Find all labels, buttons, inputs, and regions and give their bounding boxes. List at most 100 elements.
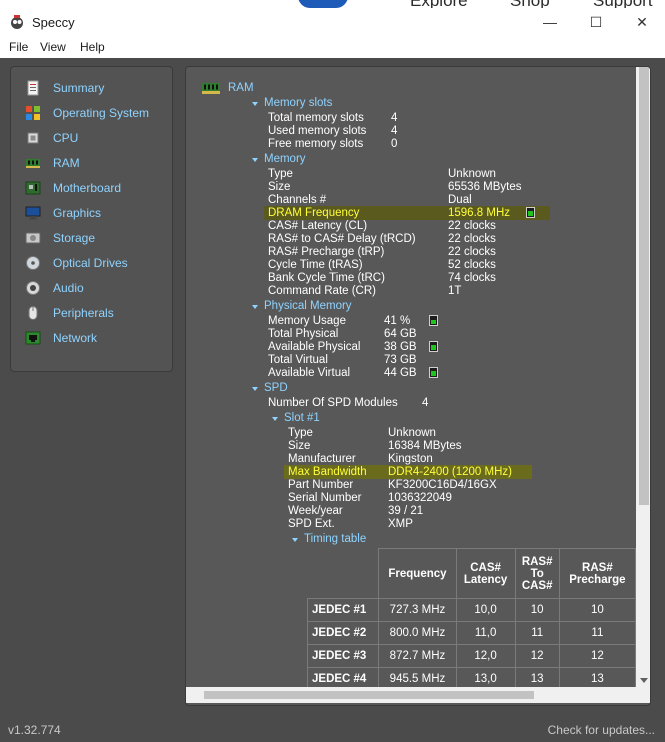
column-header: CAS# Latency xyxy=(455,548,516,599)
column-header: RAS# Precharge xyxy=(558,548,636,599)
windows-icon xyxy=(26,106,40,120)
maximize-button[interactable]: ☐ xyxy=(573,10,619,34)
sidebar-item-audio[interactable]: Audio xyxy=(25,279,84,297)
detail-label: Bank Cycle Time (tRC) xyxy=(268,272,385,284)
detail-value: 4 xyxy=(391,125,398,137)
table-cell: 11,0 xyxy=(455,621,516,645)
detail-label: Week/year xyxy=(288,505,343,517)
table-cell: 10 xyxy=(514,598,560,622)
detail-value: 38 GB xyxy=(384,341,417,353)
detail-value: 22 clocks xyxy=(448,233,496,245)
sidebar-item-label: Network xyxy=(53,331,98,345)
collapse-arrow-icon[interactable] xyxy=(252,102,258,106)
optical-disc-icon xyxy=(26,256,40,270)
memory-slots-heading[interactable]: Memory slots xyxy=(264,97,332,110)
detail-value: 22 clocks xyxy=(448,220,496,232)
available-virtual-gauge xyxy=(429,367,438,378)
table-cell: 12,0 xyxy=(455,644,516,668)
menu-file[interactable]: File xyxy=(9,40,28,54)
close-button[interactable]: ✕ xyxy=(619,10,665,34)
details-panel: RAM Memory slots Total memory slots 4 Us… xyxy=(185,66,651,706)
max-bandwidth-value: DDR4-2400 (1200 MHz) xyxy=(388,466,512,478)
max-bandwidth-label: Max Bandwidth xyxy=(288,466,367,478)
ram-icon xyxy=(26,159,40,168)
row-header: JEDEC #4 xyxy=(306,667,380,687)
sidebar-item-operating-system[interactable]: Operating System xyxy=(25,104,149,122)
table-cell: 727.3 MHz xyxy=(378,598,457,622)
version-label: v1.32.774 xyxy=(8,723,61,737)
sidebar-item-label: Operating System xyxy=(53,106,150,120)
check-updates-link[interactable]: Check for updates... xyxy=(548,723,655,737)
status-bar: v1.32.774 Check for updates... xyxy=(0,718,665,742)
horizontal-scrollbar[interactable] xyxy=(186,687,636,703)
detail-value: 0 xyxy=(391,138,398,150)
menu-view[interactable]: View xyxy=(40,40,66,54)
table-cell: 11 xyxy=(558,621,636,645)
collapse-arrow-icon[interactable] xyxy=(252,158,258,162)
scrollbar-corner xyxy=(636,687,650,703)
mouse-icon xyxy=(28,306,38,320)
collapse-arrow-icon[interactable] xyxy=(252,305,258,309)
dram-frequency-gauge xyxy=(526,207,535,218)
physical-memory-heading[interactable]: Physical Memory xyxy=(264,300,352,313)
collapse-arrow-icon[interactable] xyxy=(252,387,258,391)
sidebar-item-ram[interactable]: RAM xyxy=(25,154,80,172)
details-content: RAM Memory slots Total memory slots 4 Us… xyxy=(186,67,636,687)
sidebar-item-storage[interactable]: Storage xyxy=(25,229,95,247)
row-header: JEDEC #3 xyxy=(306,644,380,668)
ram-heading: RAM xyxy=(228,82,254,94)
background-logo xyxy=(298,0,348,8)
sidebar-item-graphics[interactable]: Graphics xyxy=(25,204,101,222)
sidebar-item-peripherals[interactable]: Peripherals xyxy=(25,304,114,322)
network-icon xyxy=(25,331,41,345)
collapse-arrow-icon[interactable] xyxy=(272,417,278,421)
table-cell: 10,0 xyxy=(455,598,516,622)
table-cell: 872.7 MHz xyxy=(378,644,457,668)
detail-label: Available Physical xyxy=(268,341,361,353)
detail-label: Size xyxy=(268,181,291,193)
spd-heading[interactable]: SPD xyxy=(264,382,288,395)
detail-label: Command Rate (CR) xyxy=(268,285,376,297)
row-header: JEDEC #2 xyxy=(306,621,380,645)
detail-value: 64 GB xyxy=(384,328,417,340)
sidebar-item-motherboard[interactable]: Motherboard xyxy=(25,179,121,197)
detail-value: 1036322049 xyxy=(388,492,452,504)
sidebar-item-optical-drives[interactable]: Optical Drives xyxy=(25,254,128,272)
detail-value: 39 / 21 xyxy=(388,505,424,517)
detail-label: Type xyxy=(268,168,293,180)
detail-label: Memory Usage xyxy=(268,315,346,327)
detail-label: Used memory slots xyxy=(268,125,367,137)
sidebar-item-label: Graphics xyxy=(53,206,102,220)
table-cell: 945.5 MHz xyxy=(378,667,457,687)
sidebar-item-label: CPU xyxy=(53,131,79,145)
detail-value: 44 GB xyxy=(384,367,417,379)
sidebar-item-summary[interactable]: Summary xyxy=(25,79,104,97)
background-browser-strip: Explore Shop Support xyxy=(0,0,665,10)
vertical-scroll-thumb[interactable] xyxy=(639,67,649,505)
detail-label: Type xyxy=(288,427,313,439)
horizontal-scroll-thumb[interactable] xyxy=(204,691,534,699)
speccy-app-icon xyxy=(11,15,23,29)
detail-value: 1T xyxy=(448,285,462,297)
spd-modules-label: Number Of SPD Modules xyxy=(268,397,398,409)
timing-table-heading[interactable]: Timing table xyxy=(304,533,366,546)
timing-table: Frequency CAS# Latency RAS# To CAS# RAS#… xyxy=(306,548,636,687)
table-row: JEDEC #1 727.3 MHz 10,0 10 10 xyxy=(306,598,636,622)
minimize-button[interactable]: — xyxy=(527,10,573,34)
title-bar: Speccy — ☐ ✕ xyxy=(0,8,665,36)
collapse-arrow-icon[interactable] xyxy=(292,538,298,542)
vertical-scrollbar[interactable] xyxy=(636,67,650,687)
detail-label: SPD Ext. xyxy=(288,518,335,530)
scroll-down-arrow-icon[interactable] xyxy=(640,678,648,683)
window-title: Speccy xyxy=(32,15,75,30)
sidebar-item-label: Peripherals xyxy=(53,306,114,320)
monitor-icon xyxy=(25,206,41,220)
sidebar-item-network[interactable]: Network xyxy=(25,329,97,347)
menu-help[interactable]: Help xyxy=(80,40,105,54)
memory-heading[interactable]: Memory xyxy=(264,153,306,166)
column-header: RAS# To CAS# xyxy=(514,548,560,599)
slot-1-heading[interactable]: Slot #1 xyxy=(284,412,320,425)
table-cell: 13 xyxy=(558,667,636,687)
sidebar-item-cpu[interactable]: CPU xyxy=(25,129,78,147)
cpu-icon xyxy=(27,132,39,144)
